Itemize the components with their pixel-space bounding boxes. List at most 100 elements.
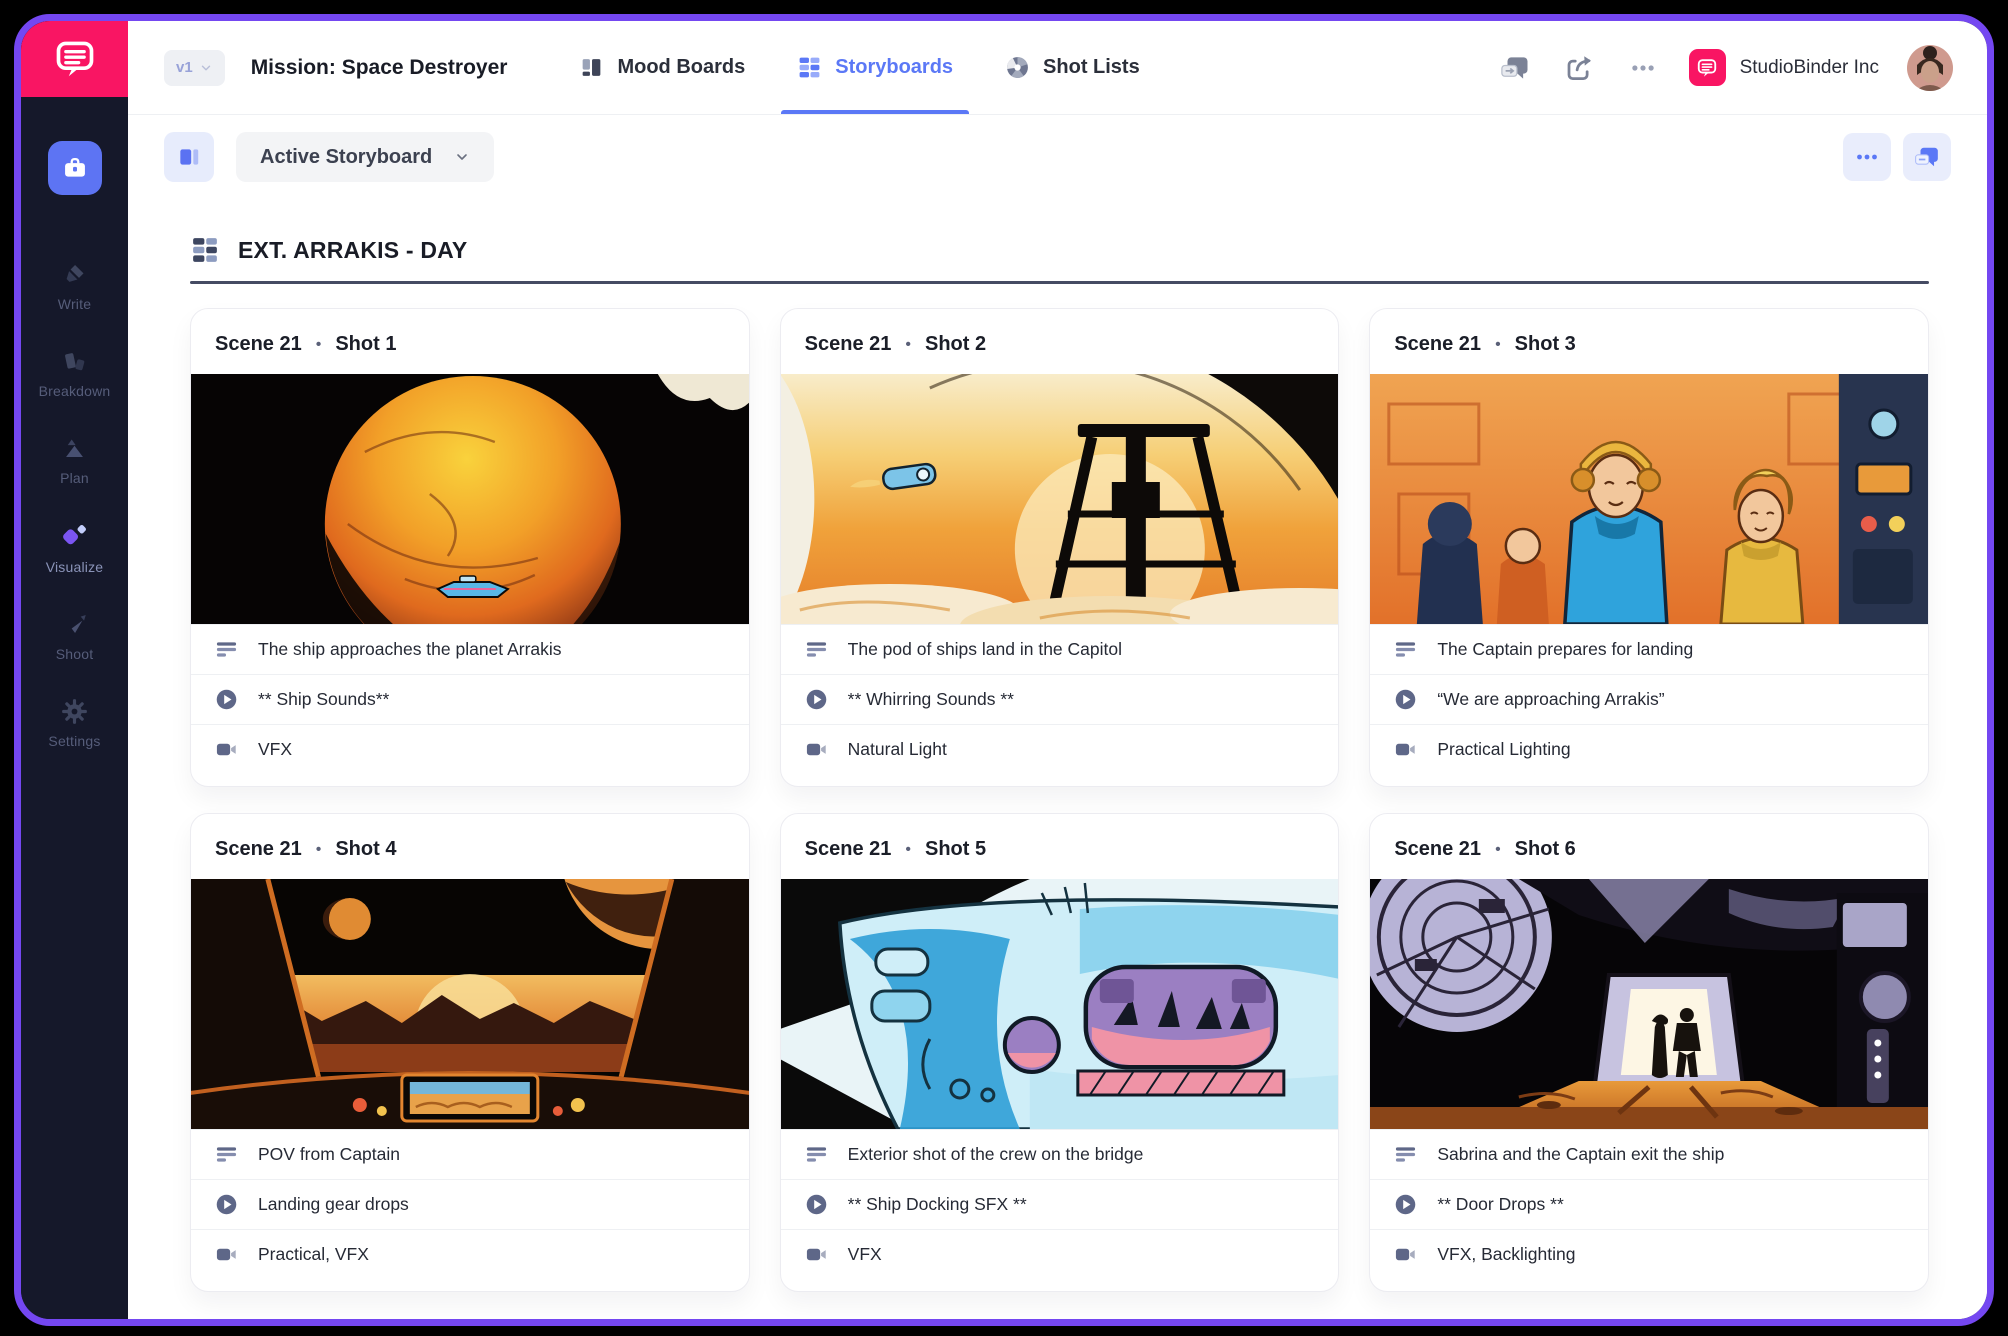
sidebar-item-plan[interactable]: Plan	[25, 435, 125, 486]
aperture-icon	[1005, 55, 1030, 80]
scene-label: Scene 21	[805, 838, 892, 861]
text-lines-icon	[805, 638, 828, 661]
storyboard-grid-icon	[190, 235, 220, 265]
audio-row[interactable]: “We are approaching Arrakis”	[1370, 674, 1928, 724]
studiobinder-logo[interactable]	[21, 21, 128, 97]
more-options-button[interactable]	[1625, 50, 1661, 86]
sidebar-nav: Write Breakdown Plan Visualize Shoot Set…	[25, 261, 125, 749]
board-view-button[interactable]	[164, 132, 214, 182]
gear-icon	[61, 698, 88, 725]
description-text: Sabrina and the Captain exit the ship	[1437, 1144, 1724, 1165]
sidebar: Write Breakdown Plan Visualize Shoot Set…	[21, 21, 128, 1319]
play-icon	[805, 1193, 828, 1216]
shot-card-header: Scene 21 • Shot 3	[1370, 309, 1928, 374]
user-avatar[interactable]	[1907, 45, 1953, 91]
app-window: Write Breakdown Plan Visualize Shoot Set…	[14, 14, 1994, 1326]
sidebar-item-settings[interactable]: Settings	[25, 698, 125, 749]
comments-button[interactable]	[1497, 50, 1533, 86]
storyboard-frame-image[interactable]	[781, 879, 1339, 1129]
audio-text: “We are approaching Arrakis”	[1437, 689, 1664, 710]
paper-plane-icon	[61, 611, 88, 638]
audio-row[interactable]: Landing gear drops	[191, 1179, 749, 1229]
audio-text: ** Ship Docking SFX **	[848, 1194, 1027, 1215]
text-lines-icon	[805, 1143, 828, 1166]
shot-card-6: Scene 21 • Shot 6	[1369, 813, 1929, 1292]
dot-separator: •	[1493, 841, 1503, 859]
scene-label: Scene 21	[215, 333, 302, 356]
description-row[interactable]: The ship approaches the planet Arrakis	[191, 624, 749, 674]
audio-row[interactable]: ** Ship Sounds**	[191, 674, 749, 724]
audio-row[interactable]: ** Whirring Sounds **	[781, 674, 1339, 724]
top-nav: v1 Mission: Space Destroyer Mood Boards …	[128, 21, 1987, 115]
camera-row[interactable]: Practical Lighting	[1370, 724, 1928, 774]
audio-row[interactable]: ** Ship Docking SFX **	[781, 1179, 1339, 1229]
dot-separator: •	[314, 336, 324, 354]
sidebar-item-label: Plan	[60, 470, 89, 486]
play-icon	[805, 688, 828, 711]
camera-text: Practical Lighting	[1437, 739, 1570, 760]
shot-card-3: Scene 21 • Shot 3	[1369, 308, 1929, 787]
share-button[interactable]	[1561, 50, 1597, 86]
shot-card-5: Scene 21 • Shot 5	[780, 813, 1340, 1292]
description-row[interactable]: The Captain prepares for landing	[1370, 624, 1928, 674]
text-lines-icon	[1394, 1143, 1417, 1166]
audio-text: ** Door Drops **	[1437, 1194, 1563, 1215]
storyboard-frame-image[interactable]	[781, 374, 1339, 624]
description-row[interactable]: POV from Captain	[191, 1129, 749, 1179]
version-label: v1	[176, 59, 193, 76]
shot-grid: Scene 21 • Shot 1	[190, 308, 1929, 1292]
tab-label: Storyboards	[835, 56, 953, 79]
sidebar-item-breakdown[interactable]: Breakdown	[25, 348, 125, 399]
camera-row[interactable]: VFX	[191, 724, 749, 774]
storyboard-frame-image[interactable]	[191, 879, 749, 1129]
description-text: The pod of ships land in the Capitol	[848, 639, 1122, 660]
camera-row[interactable]: VFX	[781, 1229, 1339, 1279]
shot-card-header: Scene 21 • Shot 6	[1370, 814, 1928, 879]
sidebar-item-visualize[interactable]: Visualize	[25, 522, 125, 575]
shot-card-2: Scene 21 • Shot 2	[780, 308, 1340, 787]
description-text: The ship approaches the planet Arrakis	[258, 639, 562, 660]
shot-label: Shot 5	[925, 838, 986, 861]
diamonds-icon	[60, 522, 89, 551]
video-camera-icon	[805, 738, 828, 761]
camera-text: Practical, VFX	[258, 1244, 369, 1265]
scene-label: Scene 21	[215, 838, 302, 861]
description-row[interactable]: Sabrina and the Captain exit the ship	[1370, 1129, 1928, 1179]
tab-mood-boards[interactable]: Mood Boards	[553, 21, 771, 114]
sidebar-item-write[interactable]: Write	[25, 261, 125, 312]
org-name: StudioBinder Inc	[1740, 57, 1879, 79]
camera-text: VFX, Backlighting	[1437, 1244, 1575, 1265]
board-comments-button[interactable]	[1903, 133, 1951, 181]
video-camera-icon	[215, 1243, 238, 1266]
description-row[interactable]: Exterior shot of the crew on the bridge	[781, 1129, 1339, 1179]
tab-storyboards[interactable]: Storyboards	[771, 21, 979, 114]
description-text: Exterior shot of the crew on the bridge	[848, 1144, 1144, 1165]
board-options-button[interactable]	[1843, 133, 1891, 181]
camera-row[interactable]: Practical, VFX	[191, 1229, 749, 1279]
project-briefcase-button[interactable]	[48, 141, 102, 195]
audio-text: Landing gear drops	[258, 1194, 409, 1215]
description-text: POV from Captain	[258, 1144, 400, 1165]
storyboard-toolbar: Active Storyboard	[128, 115, 1987, 199]
org-switcher[interactable]: StudioBinder Inc	[1689, 49, 1879, 86]
camera-row[interactable]: Natural Light	[781, 724, 1339, 774]
description-row[interactable]: The pod of ships land in the Capitol	[781, 624, 1339, 674]
version-selector[interactable]: v1	[164, 50, 225, 86]
video-camera-icon	[805, 1243, 828, 1266]
sidebar-item-shoot[interactable]: Shoot	[25, 611, 125, 662]
tab-shot-lists[interactable]: Shot Lists	[979, 21, 1166, 114]
storyboard-frame-image[interactable]	[191, 374, 749, 624]
dot-separator: •	[903, 336, 913, 354]
camera-row[interactable]: VFX, Backlighting	[1370, 1229, 1928, 1279]
description-text: The Captain prepares for landing	[1437, 639, 1693, 660]
shot-label: Shot 4	[335, 838, 396, 861]
storyboard-selector[interactable]: Active Storyboard	[236, 132, 494, 182]
video-camera-icon	[1394, 738, 1417, 761]
storyboard-frame-image[interactable]	[1370, 879, 1928, 1129]
storyboard-frame-image[interactable]	[1370, 374, 1928, 624]
play-icon	[1394, 1193, 1417, 1216]
shot-label: Shot 6	[1515, 838, 1576, 861]
share-icon	[1564, 53, 1594, 83]
audio-row[interactable]: ** Door Drops **	[1370, 1179, 1928, 1229]
shot-card-header: Scene 21 • Shot 5	[781, 814, 1339, 879]
